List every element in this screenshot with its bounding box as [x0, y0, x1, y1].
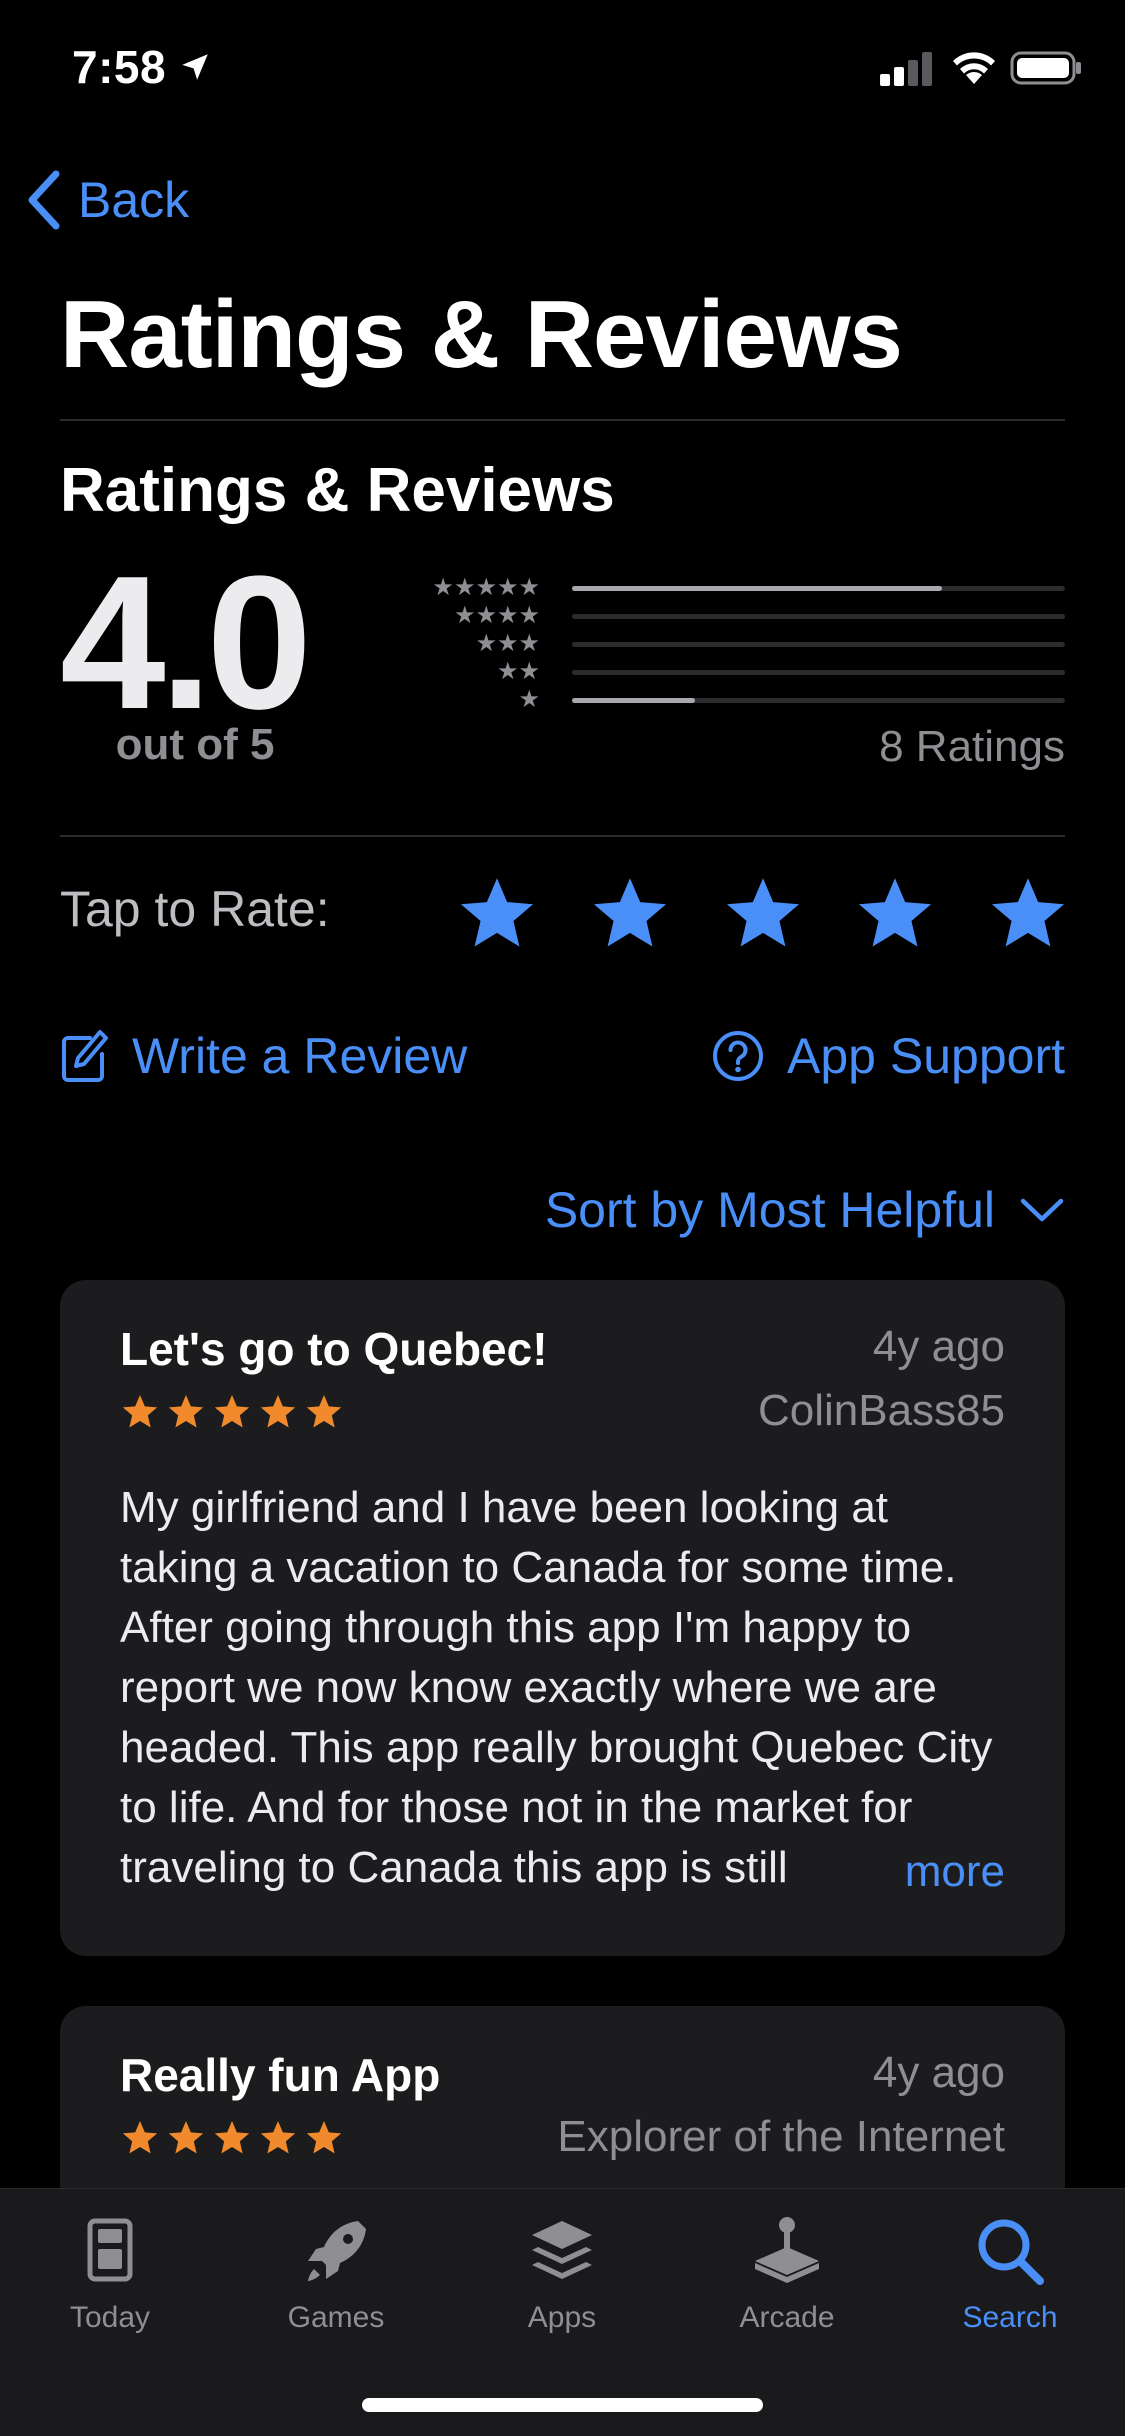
rate-star-2-icon[interactable]	[588, 872, 672, 956]
more-link[interactable]: more	[848, 1842, 1005, 1902]
rate-star-4-icon[interactable]	[853, 872, 937, 956]
app-support-button[interactable]: App Support	[711, 1020, 1065, 1092]
cellular-signal-icon	[880, 52, 932, 86]
histogram-track	[572, 586, 1065, 591]
star-icon	[306, 2121, 342, 2154]
histogram-track	[572, 642, 1065, 647]
review-star-rating	[120, 1392, 344, 1432]
review-author: Explorer of the Internet	[557, 2112, 1005, 2161]
histogram-stars: ★	[518, 686, 540, 713]
status-time: 7:58	[72, 41, 167, 93]
tab-label: Apps	[527, 2301, 597, 2334]
location-arrow-icon	[182, 54, 208, 80]
histogram-stars: ★★	[496, 658, 540, 685]
out-of-label: out of 5	[115, 720, 275, 769]
histogram-fill	[572, 586, 942, 591]
rate-star-1-icon[interactable]	[455, 872, 539, 956]
review-star-rating	[120, 2118, 344, 2158]
star-icon	[260, 1395, 296, 1428]
divider	[60, 419, 1065, 421]
star-icon	[168, 1395, 204, 1428]
tab-label: Today	[69, 2301, 151, 2334]
compose-icon	[62, 1030, 108, 1082]
today-icon	[87, 2218, 133, 2282]
joystick-icon	[755, 2217, 819, 2283]
back-label: Back	[78, 172, 190, 228]
review-title: Really fun App	[120, 2049, 441, 2101]
tab-label: Search	[962, 2301, 1058, 2334]
histogram-row-1-star: ★	[410, 686, 1065, 714]
back-button[interactable]: Back	[24, 160, 189, 240]
rocket-icon	[308, 2221, 366, 2281]
tab-apps[interactable]: Apps	[472, 2211, 652, 2335]
layers-icon	[532, 2221, 592, 2279]
review-card[interactable]: Let's go to Quebec! 4y ago ColinBass85 M…	[60, 1280, 1065, 1956]
tab-arcade[interactable]: Arcade	[697, 2211, 877, 2335]
histogram-stars: ★★★★	[453, 602, 540, 629]
histogram-track	[572, 670, 1065, 675]
star-icon	[306, 1395, 342, 1428]
review-author: ColinBass85	[757, 1386, 1005, 1435]
histogram-row-5-stars: ★★★★★	[410, 574, 1065, 602]
average-rating: 4.0	[60, 537, 312, 749]
write-review-label: Write a Review	[132, 1028, 468, 1084]
histogram-fill	[572, 698, 696, 703]
rating-histogram: ★★★★★ ★★★★ ★★★ ★★ ★	[410, 574, 1065, 714]
histogram-row-4-stars: ★★★★	[410, 602, 1065, 630]
sort-dropdown[interactable]: Sort by Most Helpful	[545, 1175, 1065, 1245]
rate-stars	[455, 872, 1070, 956]
review-date: 4y ago	[872, 1322, 1005, 1371]
divider	[60, 835, 1065, 837]
histogram-row-3-stars: ★★★	[410, 630, 1065, 658]
chevron-down-icon	[1020, 1198, 1064, 1222]
histogram-stars: ★★★★★	[432, 574, 540, 601]
histogram-row-2-stars: ★★	[410, 658, 1065, 686]
home-indicator[interactable]	[362, 2398, 763, 2412]
rate-star-3-icon[interactable]	[721, 872, 805, 956]
review-body: My girlfriend and I have been looking at…	[120, 1483, 993, 1892]
chevron-left-icon	[28, 170, 60, 230]
star-icon	[214, 1395, 250, 1428]
review-date: 4y ago	[872, 2048, 1005, 2097]
app-support-label: App Support	[787, 1028, 1065, 1084]
review-title: Let's go to Quebec!	[120, 1323, 548, 1375]
tab-search[interactable]: Search	[920, 2211, 1100, 2335]
section-title: Ratings & Reviews	[60, 456, 615, 525]
histogram-stars: ★★★	[475, 630, 540, 657]
question-circle-icon	[713, 1031, 764, 1081]
search-icon	[978, 2219, 1044, 2285]
tab-today[interactable]: Today	[20, 2211, 200, 2335]
status-bar: 7:58	[0, 0, 1125, 140]
ratings-count: 8 Ratings	[879, 722, 1065, 771]
star-icon	[168, 2121, 204, 2154]
tab-games[interactable]: Games	[246, 2211, 426, 2335]
star-icon	[122, 1395, 158, 1428]
star-icon	[214, 2121, 250, 2154]
battery-icon	[1010, 51, 1081, 85]
tap-to-rate-label: Tap to Rate:	[60, 881, 330, 937]
write-review-button[interactable]: Write a Review	[60, 1020, 467, 1092]
rate-star-5-icon[interactable]	[986, 872, 1070, 956]
sort-label: Sort by Most Helpful	[544, 1182, 995, 1238]
star-icon	[122, 2121, 158, 2154]
wifi-icon	[953, 52, 995, 84]
tab-label: Games	[287, 2301, 385, 2334]
histogram-track	[572, 614, 1065, 619]
tab-label: Arcade	[739, 2301, 835, 2334]
histogram-track	[572, 698, 1065, 703]
star-icon	[260, 2121, 296, 2154]
page-title: Ratings & Reviews	[60, 281, 903, 388]
